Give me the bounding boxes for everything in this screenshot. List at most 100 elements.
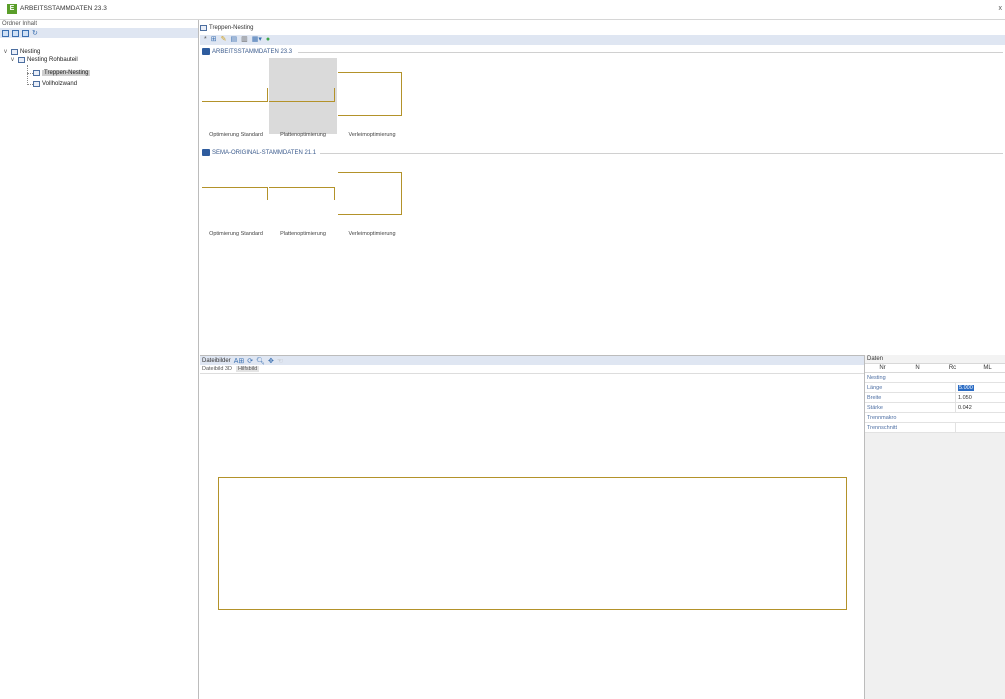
app-icon: E [7, 4, 17, 14]
tile-optimierung-standard-2[interactable]: Optimierung Standard [202, 159, 270, 237]
property-value[interactable]: 5.000 [958, 385, 974, 391]
confirm-icon[interactable]: ● [266, 35, 270, 45]
nesting-icon [200, 25, 207, 31]
tile-shape [338, 172, 402, 215]
tab-hilfsbild[interactable]: Hilfsbild [235, 366, 260, 372]
section-row: Nesting [865, 373, 1005, 383]
tile-label: Optimierung Standard [209, 231, 263, 237]
preview-label: Dateibilder [202, 357, 231, 364]
tile-plattenoptimierung-2[interactable]: Plattenoptimierung [269, 159, 337, 237]
chevron-down-icon[interactable]: v [4, 49, 9, 55]
tree-item-vollholzwand[interactable]: Vollholzwand [33, 80, 77, 88]
property-key: Breite [867, 395, 882, 401]
edit-icon[interactable]: ✎ [221, 35, 227, 45]
tile-shape [202, 101, 268, 102]
column-header[interactable]: Nr [865, 364, 900, 372]
property-row: Länge 5.000 [865, 383, 1005, 393]
collapse-tree-icon[interactable] [12, 29, 19, 37]
properties-columns: Nr N Rc ML [865, 364, 1005, 373]
column-header[interactable]: Rc [935, 364, 970, 372]
new-icon[interactable]: * [204, 35, 207, 45]
section-row: Trennmakro [865, 413, 1005, 423]
tile-shape [269, 187, 335, 188]
property-row: Stärke 0.042 [865, 403, 1005, 413]
folder-icon [11, 49, 18, 55]
tile-optimierung-standard[interactable]: Optimierung Standard [202, 58, 270, 138]
column-header[interactable]: ML [970, 364, 1005, 372]
group-header-arbeitsstammdaten: ARBEITSSTAMMDATEN 23.3 [202, 48, 292, 55]
group-title: SEMA-ORIGINAL-STAMMDATEN 21.1 [212, 149, 317, 156]
group-divider [298, 52, 1003, 53]
folder-panel-header: Ordner Inhalt [2, 21, 38, 27]
tree-label-treppen: Treppen-Nesting [42, 70, 91, 76]
content-toolbar: * ⊞ ✎ ▤ ▥ ▦▾ ● [200, 35, 1005, 45]
property-value[interactable]: 1.050 [955, 393, 1005, 402]
tab-dateibild-3d[interactable]: Dateibild 3D [202, 366, 232, 372]
group-header-sema: SEMA-ORIGINAL-STAMMDATEN 21.1 [202, 149, 316, 156]
tree-item-treppen-nesting[interactable]: Treppen-Nesting [33, 69, 91, 77]
folder-toolbar: ↻ [0, 28, 198, 38]
content-panel: Treppen-Nesting * ⊞ ✎ ▤ ▥ ▦▾ ● ARBEITSST… [200, 20, 1005, 699]
properties-header: Daten [865, 355, 1005, 364]
tile-label: Verleimoptimierung [348, 231, 396, 237]
property-value[interactable] [955, 423, 1005, 432]
section-label: Trennmakro [867, 415, 897, 421]
tile-shape [334, 187, 335, 200]
refresh-icon[interactable]: ↻ [32, 30, 39, 37]
property-key: Trennschnitt [867, 425, 898, 431]
group-title: ARBEITSSTAMMDATEN 23.3 [212, 48, 293, 55]
tree-label-nesting: Nesting [20, 49, 41, 55]
tile-label: Verleimoptimierung [348, 132, 396, 138]
expand-tree-icon[interactable] [2, 29, 9, 37]
folder-icon [18, 57, 25, 63]
tile-label: Plattenoptimierung [280, 132, 326, 138]
content-header: Treppen-Nesting [200, 25, 253, 31]
properties-icon[interactable]: ⊞ [211, 35, 217, 45]
tile-verleimoptimierung[interactable]: Verleimoptimierung [338, 58, 406, 138]
delete-icon[interactable]: ▥ [241, 35, 248, 45]
tile-shape [269, 101, 335, 102]
fit-icon[interactable]: A⊞ [234, 357, 245, 365]
tile-plattenoptimierung[interactable]: Plattenoptimierung [269, 58, 337, 138]
pan-icon[interactable]: ✥ [268, 357, 274, 365]
rotate-icon[interactable]: ⟳ [247, 357, 253, 365]
property-row: Breite 1.050 [865, 393, 1005, 403]
tile-shape [267, 187, 268, 200]
column-header[interactable]: N [900, 364, 935, 372]
title-bar: E ARBEITSSTAMMDATEN 23.3 x [0, 0, 1005, 20]
close-icon[interactable]: x [999, 5, 1003, 12]
property-value-field[interactable]: 5.000 [955, 383, 1005, 392]
preview-toolbar: Dateibilder A⊞ ⟳ 🔍︎ ✥ ☜ [200, 356, 864, 365]
window-title: ARBEITSSTAMMDATEN 23.3 [20, 5, 107, 12]
zoom-icon[interactable]: 🔍︎ [256, 357, 265, 365]
database-icon [202, 48, 210, 55]
grid-icon[interactable]: ▦▾ [252, 35, 262, 45]
section-label: Nesting [867, 375, 886, 381]
save-icon[interactable]: ▤ [230, 35, 237, 45]
database-icon [202, 149, 210, 156]
tree-label-vollholzwand: Vollholzwand [42, 81, 78, 87]
chevron-down-icon[interactable]: v [11, 57, 16, 63]
tree-view-icon[interactable] [22, 29, 29, 37]
tree-node-rohbauteil[interactable]: v Nesting Rohbauteil [11, 56, 78, 64]
nesting-preview-rect [218, 477, 847, 610]
properties-panel: Daten Nr N Rc ML Nesting Länge 5.000 Bre… [864, 355, 1005, 699]
hand-icon[interactable]: ☜ [277, 357, 283, 365]
content-title: Treppen-Nesting [209, 25, 254, 31]
tile-verleimoptimierung-2[interactable]: Verleimoptimierung [338, 159, 406, 237]
property-value[interactable]: 0.042 [955, 403, 1005, 412]
property-key: Stärke [867, 405, 883, 411]
tile-shape [334, 88, 335, 101]
preview-tabs: Dateibild 3D Hilfsbild [200, 365, 864, 374]
tree-node-nesting[interactable]: v Nesting [4, 48, 40, 56]
nesting-icon [33, 81, 40, 87]
group-divider [320, 153, 1003, 154]
tile-label: Plattenoptimierung [280, 231, 326, 237]
tile-shape [202, 187, 268, 188]
preview-panel: Dateibilder A⊞ ⟳ 🔍︎ ✥ ☜ Dateibild 3D Hil… [200, 355, 864, 699]
tree-connector [27, 65, 28, 85]
property-row: Trennschnitt [865, 423, 1005, 433]
nesting-icon [33, 70, 40, 76]
tile-shape [267, 88, 268, 101]
tile-shape [338, 72, 402, 116]
